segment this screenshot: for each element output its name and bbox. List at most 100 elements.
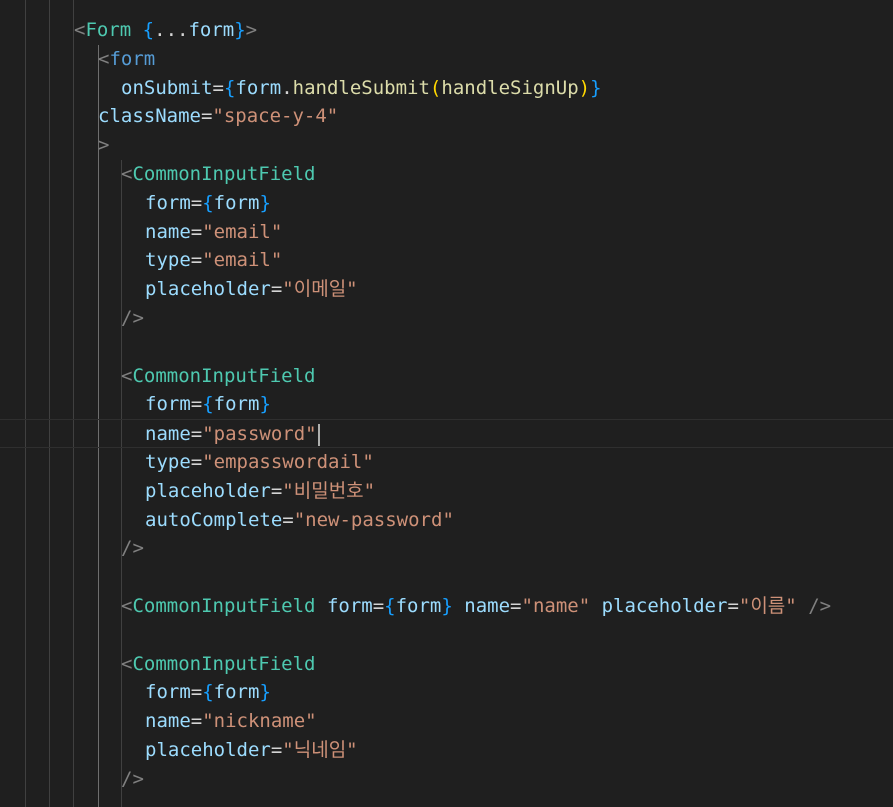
code-token: type	[145, 451, 191, 473]
code-token: <	[121, 595, 133, 617]
code-token: "비밀번호"	[282, 479, 376, 502]
code-token: >	[245, 19, 258, 41]
code-line[interactable]: form={form}	[0, 189, 893, 218]
code-token: form	[326, 595, 373, 617]
code-token: <	[121, 652, 133, 675]
code-token: }	[259, 191, 271, 214]
code-line[interactable]: name="nickname"	[0, 707, 893, 736]
code-line[interactable]: <CommonInputField	[0, 160, 893, 189]
code-line[interactable]	[0, 563, 893, 592]
code-text: className="space-y-4"	[98, 102, 338, 131]
code-token: "new-password"	[293, 508, 454, 531]
code-line[interactable]: />	[0, 534, 893, 563]
code-token: =	[190, 681, 203, 704]
code-token: CommonInputField	[132, 163, 316, 185]
code-line[interactable]: placeholder="비밀번호"	[0, 477, 893, 506]
code-token: =	[190, 451, 203, 473]
code-line[interactable]: >	[0, 131, 893, 160]
code-line[interactable]: <CommonInputField	[0, 362, 893, 391]
code-token: form	[188, 19, 235, 41]
code-text: name="password"	[145, 420, 320, 449]
code-text: />	[121, 534, 144, 563]
code-token: =	[270, 479, 283, 502]
code-text: name="email"	[145, 218, 282, 247]
code-token: handleSubmit	[292, 76, 430, 99]
code-token: placeholder	[145, 739, 271, 761]
code-line[interactable]: <Form {...form}>	[0, 16, 893, 45]
code-text: />	[121, 304, 144, 333]
code-token: {	[202, 191, 214, 214]
code-text: <CommonInputField	[121, 650, 315, 679]
code-token: =	[270, 278, 283, 301]
text-cursor	[317, 423, 320, 446]
code-token: (	[429, 76, 442, 99]
code-token: Form	[85, 19, 132, 41]
code-line[interactable]: />	[0, 765, 893, 794]
code-line[interactable]: autoComplete="new-password"	[0, 506, 893, 535]
code-token: handleSignUp	[441, 76, 579, 99]
code-editor[interactable]: <Form {...form}> <form onSubmit={form.hand…	[0, 0, 893, 807]
code-line[interactable]	[0, 621, 893, 650]
code-token: =	[190, 710, 203, 733]
code-line[interactable]: type="empasswordail"	[0, 448, 893, 477]
code-token: form	[213, 681, 260, 704]
code-text: name="nickname"	[145, 707, 317, 736]
code-token: form	[145, 681, 191, 704]
code-token: {	[223, 76, 236, 99]
code-token: =	[282, 508, 294, 531]
code-token: =	[190, 220, 203, 243]
code-text: />	[121, 765, 144, 794]
code-token: {	[202, 393, 214, 416]
code-token: =	[212, 76, 224, 99]
code-token: ...	[154, 19, 189, 41]
code-token: form	[213, 393, 260, 416]
code-text: <CommonInputField	[121, 160, 315, 189]
code-token: }	[259, 681, 271, 704]
code-line[interactable]: placeholder="닉네임"	[0, 736, 893, 765]
code-line[interactable]: className="space-y-4"	[0, 102, 893, 131]
code-token: name	[464, 595, 511, 617]
code-line[interactable]: <CommonInputField	[0, 650, 893, 679]
code-line[interactable]: name="email"	[0, 218, 893, 247]
code-token: "닉네임"	[282, 739, 358, 761]
code-token: {	[384, 595, 396, 617]
code-line[interactable]: form={form}	[0, 390, 893, 419]
code-text: <CommonInputField	[121, 362, 315, 391]
code-token: name	[145, 710, 191, 733]
code-token: "email"	[202, 220, 283, 243]
code-text: form={form}	[145, 189, 271, 218]
code-token: CommonInputField	[132, 595, 316, 617]
code-token: className	[98, 105, 201, 128]
code-token: "password"	[202, 423, 317, 446]
code-line[interactable]	[0, 333, 893, 362]
code-token: form	[235, 76, 282, 99]
code-line[interactable]: placeholder="이메일"	[0, 275, 893, 304]
code-token: form	[213, 191, 260, 214]
code-token: =	[372, 595, 385, 617]
code-token: form	[145, 191, 191, 214]
code-token: form	[395, 595, 442, 617]
code-token: }	[259, 393, 271, 416]
code-line[interactable]: name="password"	[0, 419, 893, 449]
code-line[interactable]: />	[0, 304, 893, 333]
code-token: CommonInputField	[132, 652, 316, 675]
code-line[interactable]: form={form}	[0, 678, 893, 707]
code-token: placeholder	[145, 278, 271, 301]
code-token: =	[510, 595, 522, 617]
code-text: placeholder="이메일"	[145, 275, 358, 304]
code-line[interactable]: <form	[0, 45, 893, 74]
code-text: placeholder="닉네임"	[145, 736, 358, 765]
code-token: =	[727, 595, 739, 617]
code-token: type	[145, 249, 191, 272]
code-text: type="email"	[145, 246, 282, 275]
code-token: )	[578, 76, 591, 99]
code-line[interactable]: <CommonInputField form={form} name="name…	[0, 592, 893, 621]
code-token: =	[190, 393, 203, 416]
code-line[interactable]: type="email"	[0, 246, 893, 275]
code-token: <	[121, 364, 133, 387]
code-line[interactable]: onSubmit={form.handleSubmit(handleSignUp…	[0, 74, 893, 103]
code-token: <	[74, 19, 86, 41]
code-token: onSubmit	[121, 76, 213, 99]
